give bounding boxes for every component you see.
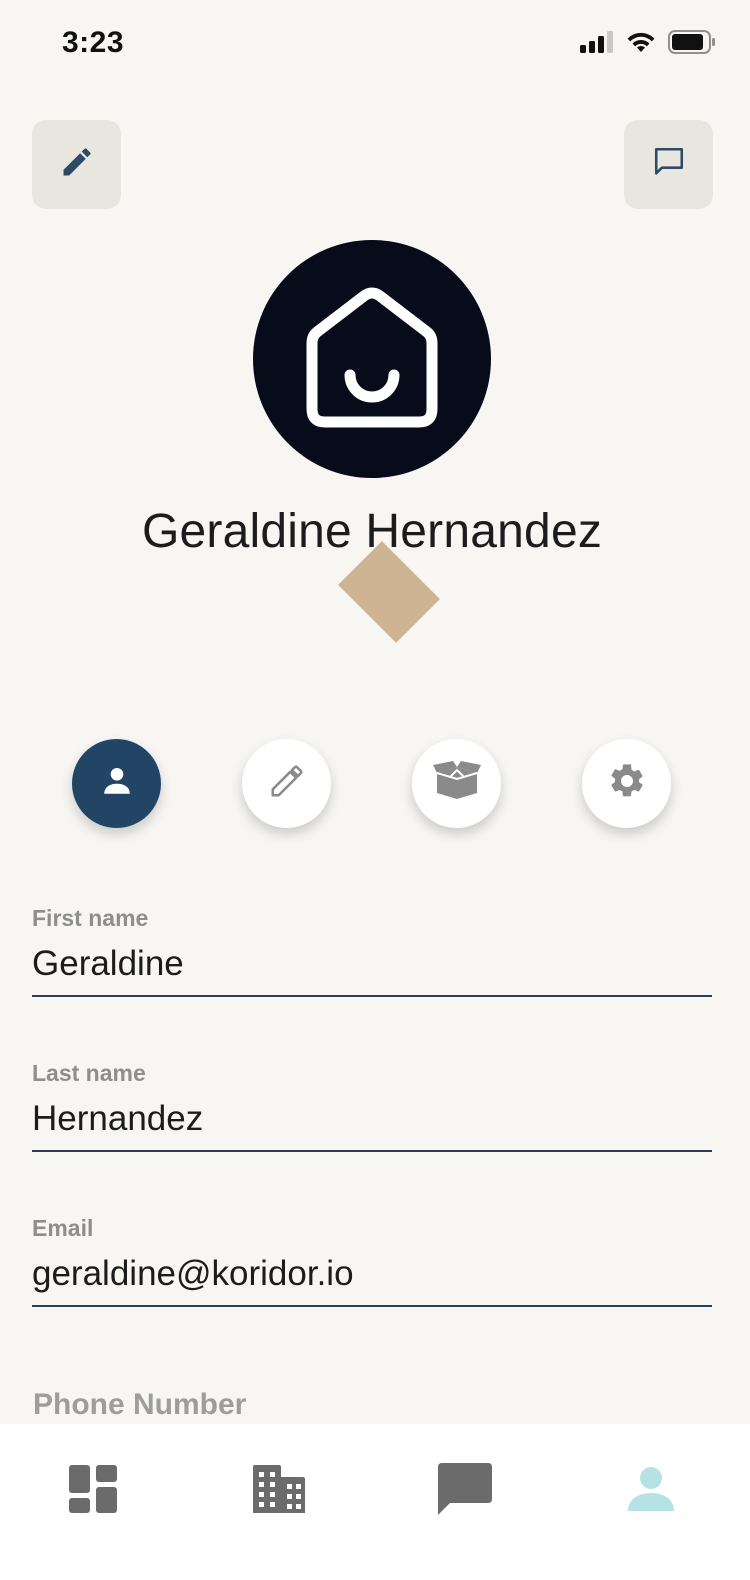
first-name-input[interactable]: Geraldine xyxy=(32,939,712,989)
tab-dashboard[interactable] xyxy=(58,1456,128,1526)
profile-info-tab-button[interactable] xyxy=(72,739,161,828)
email-field[interactable]: Email geraldine@koridor.io xyxy=(32,1213,712,1307)
house-smile-logo-icon xyxy=(297,282,447,437)
status-bar: 3:23 xyxy=(0,0,750,90)
status-icons xyxy=(580,30,716,59)
pencil-icon xyxy=(59,144,95,185)
last-name-field[interactable]: Last name Hernandez xyxy=(32,1058,712,1152)
tab-messages[interactable] xyxy=(430,1456,500,1526)
battery-icon xyxy=(668,30,716,59)
signal-icon xyxy=(580,31,614,58)
tab-buildings[interactable] xyxy=(244,1456,314,1526)
wifi-icon xyxy=(626,31,656,58)
gear-icon xyxy=(607,761,647,806)
first-name-label: First name xyxy=(32,905,149,931)
status-time: 3:23 xyxy=(62,26,125,59)
dashboard-icon xyxy=(67,1463,119,1520)
messages-button[interactable] xyxy=(624,120,713,209)
last-name-input[interactable]: Hernandez xyxy=(32,1094,712,1144)
edit-details-button[interactable] xyxy=(242,739,331,828)
email-label: Email xyxy=(32,1215,94,1241)
last-name-label: Last name xyxy=(32,1060,146,1086)
box-icon xyxy=(432,761,481,806)
email-underline xyxy=(32,1305,712,1307)
edit-profile-button[interactable] xyxy=(32,120,121,209)
profile-icon xyxy=(626,1465,676,1518)
building-icon xyxy=(251,1463,307,1520)
first-name-underline xyxy=(32,995,712,997)
bottom-tab-bar xyxy=(0,1424,750,1580)
first-name-field[interactable]: First name Geraldine xyxy=(32,903,712,997)
person-icon xyxy=(99,763,135,804)
phone-number-label: Phone Number xyxy=(33,1388,247,1421)
chat-icon xyxy=(436,1461,494,1522)
avatar[interactable] xyxy=(253,240,491,478)
packages-button[interactable] xyxy=(412,739,501,828)
email-input[interactable]: geraldine@koridor.io xyxy=(32,1249,712,1299)
chat-bubble-icon xyxy=(652,145,686,184)
last-name-underline xyxy=(32,1150,712,1152)
profile-screen: 3:23 Geraldine Hernandez First name Gera… xyxy=(0,0,750,1580)
pencil-outline-icon xyxy=(268,762,306,805)
settings-button[interactable] xyxy=(582,739,671,828)
tab-profile[interactable] xyxy=(616,1456,686,1526)
